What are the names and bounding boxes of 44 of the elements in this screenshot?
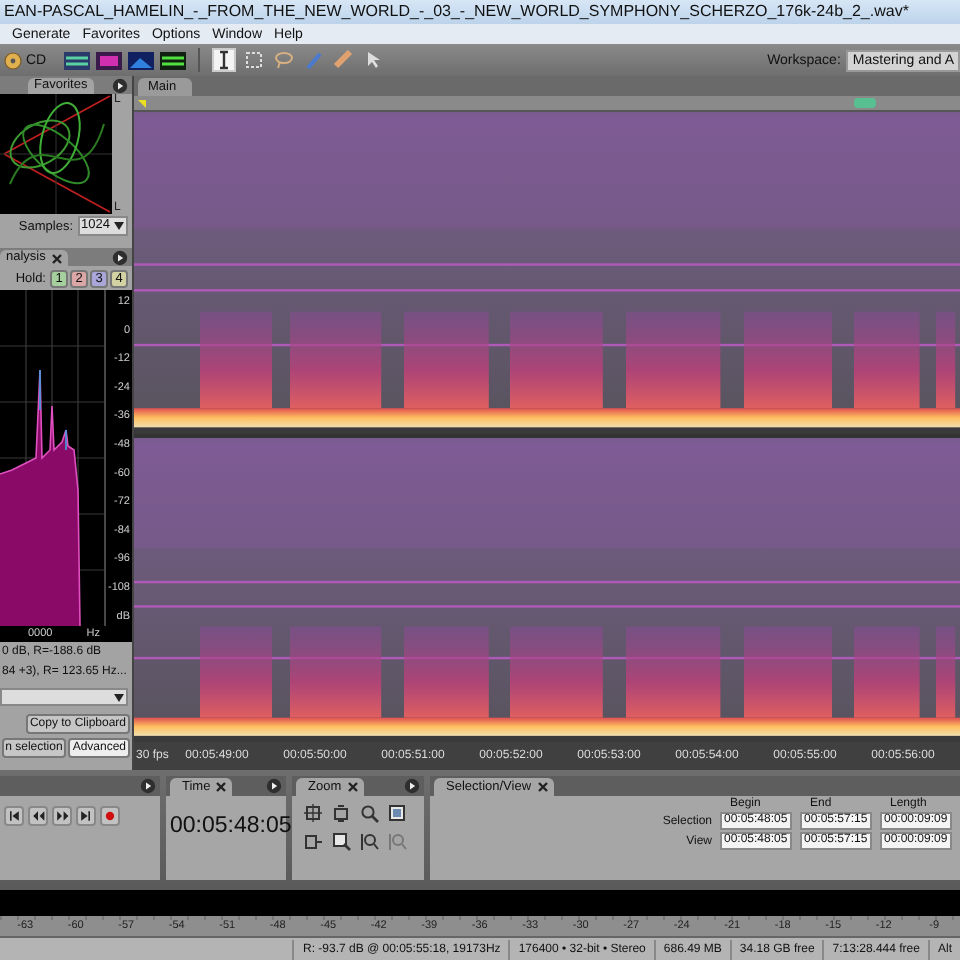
phase-scope-drawing: [0, 94, 112, 214]
zoom-in-right-icon[interactable]: [332, 832, 352, 852]
dropdown-arrow-icon: [114, 222, 124, 230]
zoom-selection-icon[interactable]: [360, 832, 380, 852]
panel-menu-icon[interactable]: [404, 778, 420, 794]
cd-icon[interactable]: [4, 51, 22, 69]
window-title: EAN-PASCAL_HAMELIN_-_FROM_THE_NEW_WORLD_-_03_-_NEW_WORLD_SYMPHONY_SCHERZO_176k-24b_2_.wav*: [4, 2, 909, 20]
spectral-view-icon[interactable]: [96, 51, 123, 69]
fast-forward-button[interactable]: [52, 806, 72, 826]
panel-menu-icon[interactable]: [266, 778, 282, 794]
move-icon: [364, 50, 385, 70]
pan-view-icon[interactable]: [128, 51, 155, 69]
start-icon: [6, 806, 22, 826]
time-display: 00:05:48:05: [168, 812, 286, 838]
time-selection-tool-button[interactable]: [212, 48, 237, 72]
zoom-in-amplitude-icon[interactable]: [304, 804, 324, 824]
zoom-navigator-handle[interactable]: [854, 98, 876, 108]
panel-menu-icon[interactable]: [112, 250, 128, 266]
dropdown-arrow-icon: [114, 693, 124, 701]
rewind-button[interactable]: [28, 806, 48, 826]
phase-view-icon[interactable]: [160, 51, 187, 69]
panel-menu-icon[interactable]: [112, 78, 128, 94]
end-icon: [78, 806, 94, 826]
forward-icon: [54, 806, 70, 826]
brush-icon: [304, 50, 325, 70]
rewind-icon: [30, 806, 46, 826]
zoom-in-left-icon[interactable]: [304, 832, 324, 852]
healing-icon: [334, 50, 355, 70]
zoom-full-icon[interactable]: [388, 804, 408, 824]
skip-to-start-button[interactable]: [4, 806, 24, 826]
marquee-icon: [244, 50, 265, 70]
lasso-icon: [274, 50, 295, 70]
dropdown[interactable]: [0, 688, 128, 706]
waveform-view-icon[interactable]: [64, 51, 91, 69]
skip-to-end-button[interactable]: [76, 806, 96, 826]
zoom-out-amplitude-icon[interactable]: [332, 804, 352, 824]
panel-menu-icon[interactable]: [140, 778, 156, 794]
close-icon[interactable]: [347, 782, 358, 792]
record-icon: [102, 806, 118, 826]
marquee-tool-button[interactable]: [242, 48, 267, 72]
close-icon[interactable]: [216, 782, 227, 792]
close-icon[interactable]: [51, 253, 62, 263]
close-icon[interactable]: [537, 782, 548, 792]
zoom-in-point-icon[interactable]: [360, 804, 380, 824]
